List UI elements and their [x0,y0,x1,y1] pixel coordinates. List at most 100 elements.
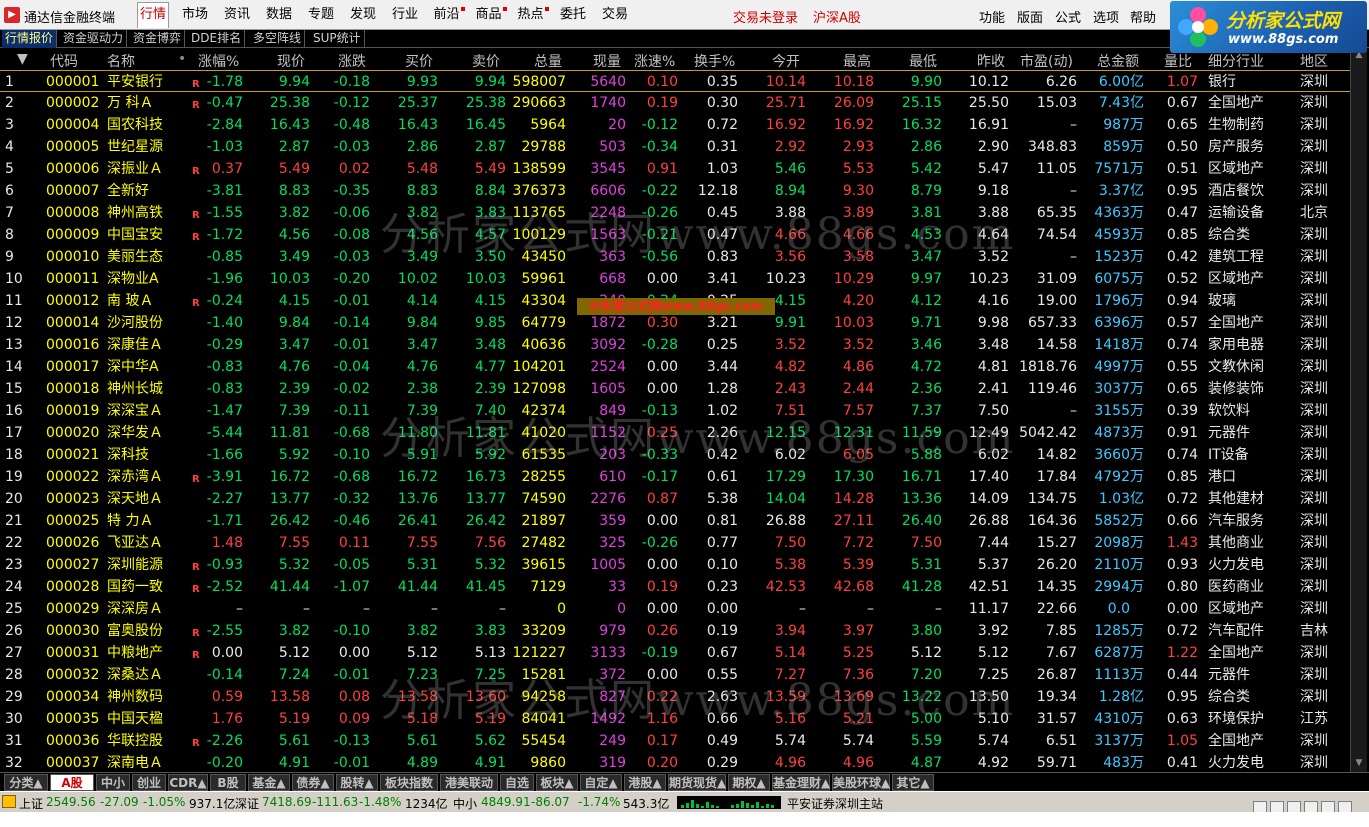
col-prev-close[interactable]: 昨收 [977,51,1005,71]
col-name[interactable]: 名称 [107,51,135,71]
table-row[interactable]: 4 000005 世纪星源 -1.03 2.87 -0.03 2.86 2.87 29788 50… [0,136,1350,158]
col-open[interactable]: 今开 [772,51,800,71]
bottom-tab[interactable]: 基金▲ [248,774,290,791]
table-row[interactable]: 5 000006 深振业Ａ 0.37 5.49 0.02 5.48 5.49 138599 354… [0,158,1350,180]
table-row[interactable]: 31 000036 华联控股 -2.26 5.61 -0.13 5.61 5.62 55454 2… [0,730,1350,752]
bottom-tab[interactable]: CDR▲ [168,774,208,791]
bottom-tab[interactable]: 期货现货▲ [668,774,726,791]
table-row[interactable]: 17 000020 深华发Ａ -5.44 11.81 -0.68 11.80 11.81 410… [0,422,1350,444]
bottom-tab[interactable]: 港美联动 [440,774,498,791]
network-icon[interactable] [1338,800,1352,813]
menu-data[interactable]: 数据 [264,4,294,26]
bottom-tab[interactable]: A股 [50,774,94,791]
table-row[interactable]: 15 000018 神州长城 -0.83 2.39 -0.02 2.38 2.39 127098… [0,378,1350,400]
menu-hotspot[interactable]: 热点 [516,4,550,26]
tab-sup-stats[interactable]: SUP统计 [310,30,365,48]
bottom-tab[interactable]: 期权▲ [728,774,770,791]
bottom-tab[interactable]: 创业 [132,774,166,791]
col-pe[interactable]: 市盈(动) [1020,51,1073,71]
col-high[interactable]: 最高 [843,51,871,71]
table-row[interactable]: 14 000017 深中华A -0.83 4.76 -0.04 4.76 4.77 104201… [0,356,1350,378]
tab-capital-game[interactable]: 资金博弈 [130,30,186,48]
table-row[interactable]: 28 000032 深桑达Ａ -0.14 7.24 -0.01 7.23 7.25 15281 3… [0,664,1350,686]
table-row[interactable]: 7 000008 神州高铁 -1.55 3.82 -0.06 3.82 3.83 113765 2… [0,202,1350,224]
menu-options[interactable]: 选项 [1093,7,1119,26]
menu-function[interactable]: 功能 [979,7,1005,26]
menu-formula[interactable]: 公式 [1055,7,1081,26]
message-icon[interactable] [1321,800,1335,813]
lock-icon[interactable] [1304,800,1318,813]
col-vol-ratio[interactable]: 量比 [1164,51,1192,71]
table-row[interactable]: 2 000002 万 科Ａ -0.47 25.38 -0.12 25.37 25.38 2906… [0,92,1350,114]
status-index-icon[interactable] [2,795,16,808]
bottom-tab[interactable]: 中小 [96,774,130,791]
menu-commodity[interactable]: 商品 [474,4,508,26]
table-row[interactable]: 25 000029 深深房Ａ – – – – – 0 0 0.00 0.00 – – – 11.17 22.66… [0,598,1350,620]
tab-quote[interactable]: 行情报价 [2,30,58,48]
vertical-scrollbar[interactable]: ▲ ▼ [1350,48,1367,772]
table-row[interactable]: 29 000034 神州数码 0.59 13.58 0.08 13.58 13.60 94258… [0,686,1350,708]
table-row[interactable]: 8 000009 中国宝安 -1.72 4.56 -0.08 4.56 4.57 100129 1… [0,224,1350,246]
table-row[interactable]: 18 000021 深科技 -1.66 5.92 -0.10 5.91 5.92 61535 20… [0,444,1350,466]
bottom-tab[interactable]: 美股环球▲ [832,774,890,791]
table-row[interactable]: 24 000028 国药一致 -2.52 41.44 -1.07 41.44 41.45 712… [0,576,1350,598]
bottom-tab[interactable]: 自选 [500,774,534,791]
col-region[interactable]: 地区 [1300,51,1328,71]
menu-industry[interactable]: 行业 [390,4,420,26]
table-row[interactable]: 10 000011 深物业A -1.96 10.03 -0.20 10.02 10.03 599… [0,268,1350,290]
table-row[interactable]: 16 000019 深深宝Ａ -1.47 7.39 -0.11 7.39 7.40 42374 8… [0,400,1350,422]
col-amount[interactable]: 总金额 [1097,51,1139,71]
col-bid[interactable]: 买价 [405,51,433,71]
col-code[interactable]: 代码 [50,51,78,71]
table-row[interactable]: 6 000007 全新好 -3.81 8.83 -0.35 8.83 8.84 376373 66… [0,180,1350,202]
col-cur-volume[interactable]: 现量 [593,51,621,71]
menu-discover[interactable]: 发现 [348,4,378,26]
menu-market[interactable]: 市场 [180,4,210,26]
table-row[interactable]: 32 000037 深南电Ａ -0.20 4.91 -0.01 4.89 4.91 9860 31… [0,752,1350,774]
table-row[interactable]: 21 000025 特 力Ａ -1.71 26.42 -0.46 26.41 26.42 218… [0,510,1350,532]
menu-trade[interactable]: 交易 [600,4,630,26]
col-speed[interactable]: 涨速% [634,51,675,71]
table-row[interactable]: 27 000031 中粮地产 0.00 5.12 0.00 5.12 5.13 121227 31… [0,642,1350,664]
market-selector[interactable]: 沪深A股 [813,7,861,26]
bottom-tab[interactable]: 港股▲ [624,774,666,791]
col-price[interactable]: 现价 [277,51,305,71]
bottom-tab[interactable]: 板块▲ [536,774,578,791]
scroll-down-icon[interactable]: ▼ [1353,758,1365,770]
server-name[interactable]: 平安证券深圳主站 [787,795,883,812]
list-icon[interactable] [1270,800,1284,813]
col-change[interactable]: 涨跌 [338,51,366,71]
table-row[interactable]: 3 000004 国农科技 -2.84 16.43 -0.48 16.43 16.45 5964… [0,114,1350,136]
col-turnover[interactable]: 换手% [694,51,735,71]
table-row[interactable]: 20 000023 深天地Ａ -2.27 13.77 -0.32 13.76 13.77 745… [0,488,1350,510]
table-row[interactable]: 19 000022 深赤湾Ａ -3.91 16.72 -0.68 16.72 16.73 282… [0,466,1350,488]
menu-help[interactable]: 帮助 [1130,7,1156,26]
bottom-tab[interactable]: 分类▲ [4,774,48,791]
col-sub-industry[interactable]: 细分行业 [1208,51,1264,71]
col-change-pct[interactable]: 涨幅% [198,51,239,71]
table-row[interactable]: 22 000026 飞亚达Ａ 1.48 7.55 0.11 7.55 7.56 27482 325… [0,532,1350,554]
col-ask[interactable]: 卖价 [472,51,500,71]
menu-frontier[interactable]: 前沿 [432,4,466,26]
table-row[interactable]: 30 000035 中国天楹 1.76 5.19 0.09 5.18 5.19 84041 149… [0,708,1350,730]
menu-layout[interactable]: 版面 [1017,7,1043,26]
bottom-tab[interactable]: 债券▲ [292,774,334,791]
trade-login-status[interactable]: 交易未登录 [733,7,798,26]
table-row[interactable]: 12 000014 沙河股份 -1.40 9.84 -0.14 9.84 9.85 64779 1… [0,312,1350,334]
table-row[interactable]: 13 000016 深康佳Ａ -0.29 3.47 -0.01 3.47 3.48 40636 3… [0,334,1350,356]
table-row[interactable]: 1 000001 平安银行 -1.78 9.94 -0.18 9.93 9.94 598007 5… [0,70,1350,92]
tab-long-short[interactable]: 多空阵线 [250,30,306,48]
bottom-tab[interactable]: 自定▲ [580,774,622,791]
bottom-tab[interactable]: 板块指数 [380,774,438,791]
bottom-tab[interactable]: 基金理财▲ [772,774,830,791]
window-icon[interactable] [1253,800,1267,813]
table-row[interactable]: 26 000030 富奥股份 -2.55 3.82 -0.10 3.82 3.83 33209 9… [0,620,1350,642]
menu-order[interactable]: 委托 [558,4,588,26]
table-row[interactable]: 9 000010 美丽生态 -0.85 3.49 -0.03 3.49 3.50 43450 36… [0,246,1350,268]
sort-arrow-icon[interactable]: ▼ [17,51,28,67]
tab-dde-rank[interactable]: DDE排名 [188,30,246,48]
col-low[interactable]: 最低 [909,51,937,71]
alert-icon[interactable] [1287,800,1301,813]
menu-topic[interactable]: 专题 [306,4,336,26]
menu-news[interactable]: 资讯 [222,4,252,26]
